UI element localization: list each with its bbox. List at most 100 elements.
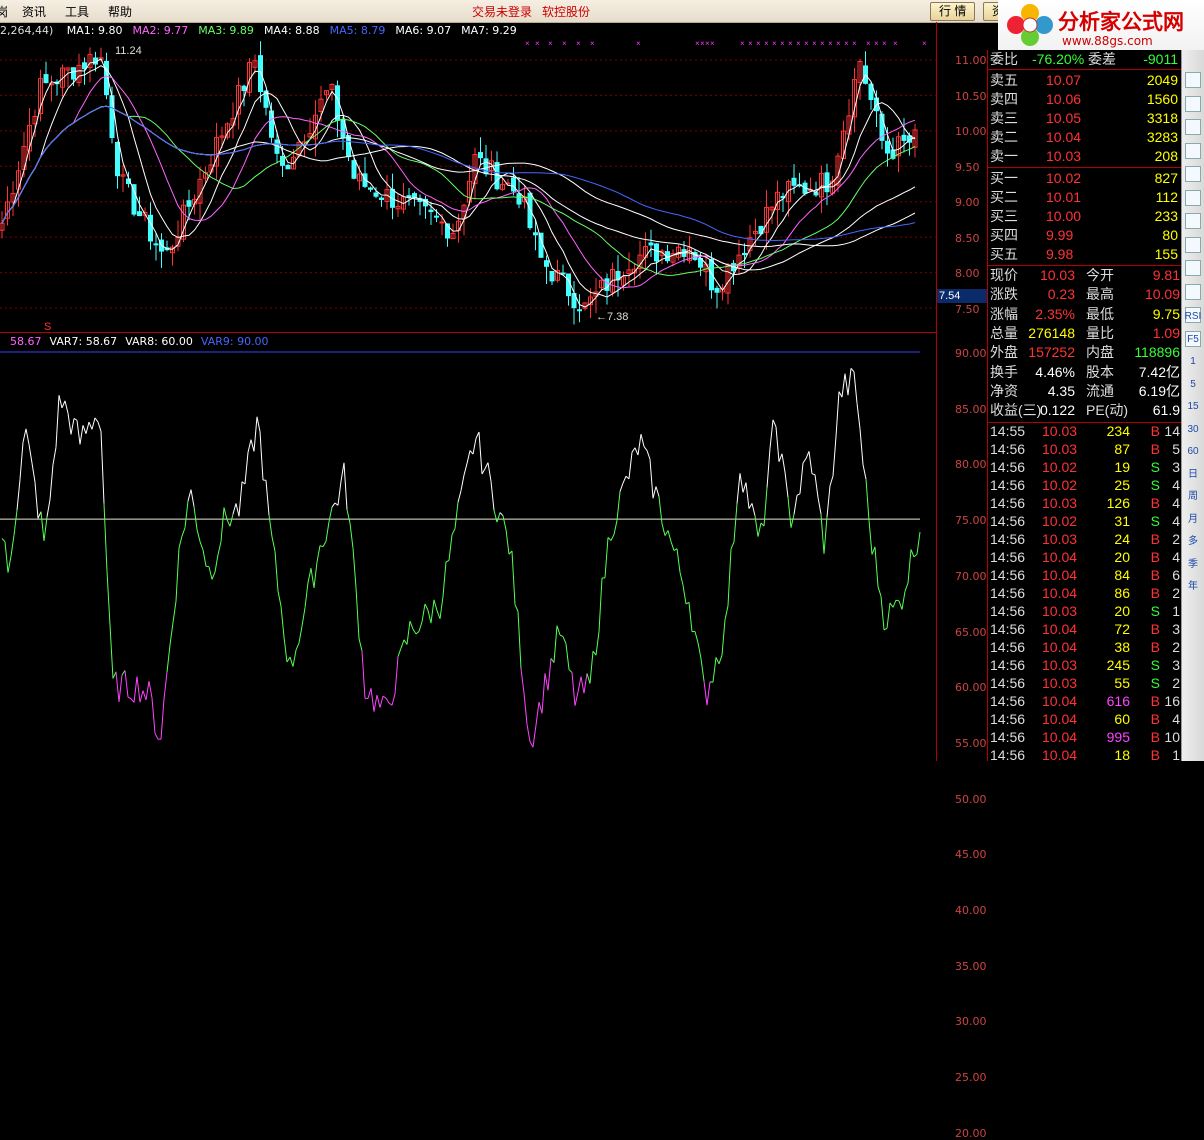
- signal-x-marker: ×: [874, 39, 879, 48]
- var7-segment: [797, 494, 800, 496]
- stat-label-2: 今开: [1086, 266, 1114, 285]
- var7-segment: [872, 547, 875, 555]
- toolbar-period-11[interactable]: 季: [1184, 556, 1202, 574]
- quote-tab-button[interactable]: 行 情: [930, 2, 975, 21]
- trade-status[interactable]: 交易未登录 软控股份: [472, 3, 590, 20]
- toolbar-period-9[interactable]: 月: [1184, 511, 1202, 529]
- var7-segment: [782, 454, 785, 472]
- candle-body: [83, 63, 87, 69]
- stat-value-2: 9.81: [1153, 266, 1180, 285]
- candle-body: [374, 193, 378, 196]
- var7-segment: [536, 702, 539, 725]
- var7-segment: [56, 395, 59, 447]
- stat-value-2: 7.42亿: [1139, 363, 1180, 382]
- menu-help[interactable]: 帮助: [108, 3, 132, 20]
- candle-body: [715, 288, 719, 292]
- var7-segment: [494, 510, 497, 522]
- indicator-chart[interactable]: [0, 334, 936, 761]
- candle-body: [649, 243, 653, 245]
- tick-row: 14:5610.0420B4: [988, 548, 1182, 567]
- tick-volume: 25: [1114, 476, 1130, 495]
- ask-volume: 3318: [1147, 109, 1178, 128]
- toolbar-period-10[interactable]: 多: [1184, 533, 1202, 551]
- bid-row: 买二10.01112: [988, 188, 1182, 207]
- tick-volume: 19: [1114, 458, 1130, 477]
- tick-volume: 616: [1107, 692, 1130, 711]
- toolbar-tool-icon[interactable]: [1185, 166, 1201, 182]
- var7-segment: [851, 368, 854, 371]
- tick-volume: 31: [1114, 512, 1130, 531]
- bid-row: 买三10.00233: [988, 207, 1182, 226]
- trade-login-status[interactable]: 交易未登录: [472, 5, 532, 19]
- quote-panel: 委比-76.20%委差-9011卖五10.072049卖四10.061560卖三…: [987, 50, 1182, 761]
- tick-volume: 20: [1114, 602, 1130, 621]
- toolbar-tool-icon[interactable]: [1185, 119, 1201, 135]
- toolbar-tool-icon[interactable]: [1185, 143, 1201, 159]
- var7-segment: [392, 694, 395, 705]
- candle-body: [902, 135, 906, 140]
- var7-segment: [320, 546, 323, 547]
- logo-url: www.88gs.com: [1062, 34, 1153, 48]
- var7-segment: [434, 600, 437, 611]
- toolbar-tool-icon[interactable]: [1185, 190, 1201, 206]
- toolbar-tool-icon[interactable]: [1185, 237, 1201, 253]
- toolbar-tool-icon[interactable]: [1185, 284, 1201, 300]
- var7-segment: [29, 444, 32, 463]
- price-axis-label: 9.00: [955, 196, 980, 209]
- toolbar-period-4[interactable]: 15: [1184, 398, 1202, 416]
- bid-label: 买四: [990, 226, 1018, 245]
- bid-volume: 233: [1155, 207, 1178, 226]
- bid-price: 9.99: [1046, 226, 1073, 245]
- toolbar-tool-icon[interactable]: [1185, 260, 1201, 276]
- var7-segment: [689, 602, 692, 631]
- var7-segment: [818, 497, 821, 514]
- var7-segment: [491, 481, 494, 510]
- toolbar-period-3[interactable]: 5: [1184, 376, 1202, 394]
- tick-time: 14:55: [990, 422, 1025, 441]
- toolbar-period-0[interactable]: RSI: [1184, 308, 1202, 326]
- account-name[interactable]: 软控股份: [542, 5, 590, 19]
- var7-segment: [257, 417, 260, 432]
- stat-value: 0.122: [1040, 401, 1075, 420]
- candlestick-chart[interactable]: 11.24←7.38S×××××××××××××××××××××××××××××…: [0, 22, 936, 332]
- toolbar-period-6[interactable]: 60: [1184, 443, 1202, 461]
- bid-label: 买五: [990, 245, 1018, 264]
- signal-x-marker: ×: [710, 39, 715, 48]
- toolbar-tool-icon[interactable]: [1185, 96, 1201, 112]
- toolbar-period-2[interactable]: 1: [1184, 353, 1202, 371]
- tick-time: 14:56: [990, 746, 1025, 765]
- kline-chart-area[interactable]: 2,264,44) MA1: 9.80MA2: 9.77MA3: 9.89MA4…: [0, 22, 936, 761]
- toolbar-tool-icon[interactable]: [1185, 213, 1201, 229]
- var7-segment: [437, 611, 440, 619]
- var7-segment: [629, 452, 632, 479]
- tick-side: B: [1151, 746, 1160, 765]
- tick-row: 14:5610.0225S4: [988, 476, 1182, 495]
- toolbar-tool-icon[interactable]: [1185, 72, 1201, 88]
- toolbar-period-12[interactable]: 年: [1184, 578, 1202, 596]
- var7-segment: [854, 372, 857, 403]
- signal-x-marker: ×: [882, 39, 887, 48]
- var7-segment: [53, 447, 56, 464]
- menu-tools[interactable]: 工具: [65, 3, 89, 20]
- stat-row: 净资4.35流通6.19亿: [988, 382, 1182, 401]
- stat-value: 2.35%: [1035, 305, 1075, 324]
- tick-price: 10.04: [1042, 692, 1077, 711]
- toolbar-period-5[interactable]: 30: [1184, 421, 1202, 439]
- var7-segment: [584, 673, 587, 693]
- tick-time: 14:56: [990, 584, 1025, 603]
- menu-info[interactable]: 资讯: [22, 3, 46, 20]
- indicator-axis-label: 35.00: [955, 960, 987, 973]
- tick-volume: 87: [1114, 440, 1130, 459]
- toolbar-period-7[interactable]: 日: [1184, 466, 1202, 484]
- var7-segment: [212, 572, 215, 579]
- var7-segment: [545, 673, 548, 690]
- var7-segment: [293, 650, 296, 667]
- tick-row: 14:5610.0387B5: [988, 440, 1182, 459]
- var7-segment: [836, 392, 839, 437]
- toolbar-period-1[interactable]: F5: [1184, 331, 1202, 349]
- toolbar-period-8[interactable]: 周: [1184, 488, 1202, 506]
- var7-segment: [425, 604, 428, 610]
- candle-body: [825, 173, 829, 192]
- menu-fragment[interactable]: 岗: [0, 3, 8, 20]
- indicator-axis-label: 90.00: [955, 347, 987, 360]
